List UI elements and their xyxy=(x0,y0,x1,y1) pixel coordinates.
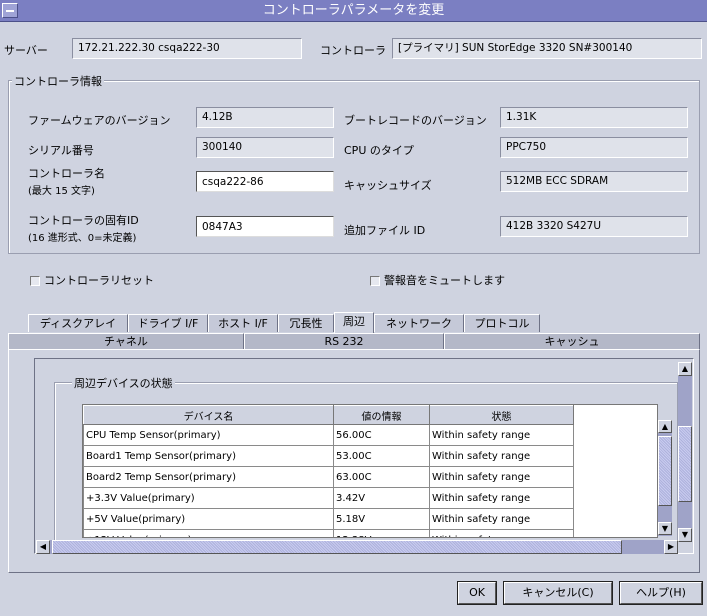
cache-label: キャッシュサイズ xyxy=(344,179,432,192)
value-cell: 3.42V xyxy=(333,487,430,509)
value-cell: 12.38V xyxy=(333,529,430,537)
column-device-name[interactable]: デバイス名 xyxy=(83,405,334,425)
unique-id-label: コントローラの固有ID xyxy=(28,214,139,227)
table-row[interactable]: +3.3V Value(primary) 3.42V Within safety r… xyxy=(83,487,574,509)
status-cell: Within safety range xyxy=(429,487,574,509)
value-cell: 56.00C xyxy=(333,424,430,446)
serial-field: 300140 xyxy=(196,137,334,158)
window-titlebar[interactable]: コントローラパラメータを変更 xyxy=(0,0,707,22)
panel-hscroll-thumb[interactable] xyxy=(52,540,622,554)
cancel-button[interactable]: キャンセル(C) xyxy=(504,582,612,604)
window-menu-icon[interactable] xyxy=(2,3,18,18)
bootrecord-label: ブートレコードのバージョン xyxy=(344,114,487,127)
value-cell: 5.18V xyxy=(333,508,430,530)
table-scroll-up-icon[interactable]: ▲ xyxy=(658,420,672,433)
device-name-cell: +3.3V Value(primary) xyxy=(83,487,334,509)
panel-scroll-up-icon[interactable]: ▲ xyxy=(678,362,692,376)
panel-scroll-down-icon[interactable]: ▼ xyxy=(678,528,692,542)
device-name-cell: +5V Value(primary) xyxy=(83,508,334,530)
firmware-label: ファームウェアのバージョン xyxy=(28,114,171,127)
controller-reset-label[interactable]: コントローラリセット xyxy=(44,272,154,288)
mute-alarm-checkbox[interactable] xyxy=(370,276,380,286)
peripheral-table: デバイス名 値の情報 状態 CPU Temp Sensor(primary) 56… xyxy=(82,404,658,538)
device-name-cell: CPU Temp Sensor(primary) xyxy=(83,424,334,446)
table-row[interactable]: +12V Value(primary)12.38VWithin safety r… xyxy=(83,529,574,537)
controller-name-label: コントローラ名 xyxy=(28,167,105,180)
controller-info-legend: コントローラ情報 xyxy=(12,73,104,89)
table-row[interactable]: Board2 Temp Sensor(primary) 63.00C Within … xyxy=(83,466,574,488)
status-cell: Within safety range xyxy=(429,529,574,537)
mute-alarm-label[interactable]: 警報音をミュートします xyxy=(384,272,505,288)
help-button[interactable]: ヘルプ(H) xyxy=(620,582,702,604)
status-cell: Within safety range xyxy=(429,424,574,446)
tab-peripheral[interactable]: 周辺 xyxy=(334,312,374,333)
window-title: コントローラパラメータを変更 xyxy=(262,3,445,18)
tab-cache[interactable]: キャッシュ xyxy=(444,333,700,349)
ok-button[interactable]: OK xyxy=(458,582,496,604)
controller-label: コントローラ xyxy=(320,44,386,57)
status-cell: Within safety range xyxy=(429,508,574,530)
table-row[interactable]: Board1 Temp Sensor(primary) 53.00C Within … xyxy=(83,445,574,467)
tab-disk-array[interactable]: ディスクアレイ xyxy=(28,314,128,332)
table-row[interactable]: CPU Temp Sensor(primary) 56.00C Within saf… xyxy=(83,424,574,446)
unique-id-hint: (16 進形式、0=未定義) xyxy=(28,233,137,244)
column-status[interactable]: 状態 xyxy=(429,405,574,425)
value-cell: 63.00C xyxy=(333,466,430,488)
panel-scroll-right-icon[interactable]: ▶ xyxy=(664,540,678,554)
firmware-field: 4.12B xyxy=(196,107,334,128)
panel-scroll-thumb[interactable] xyxy=(678,426,692,502)
tab-channel[interactable]: チャネル xyxy=(8,333,244,349)
tab-redundancy[interactable]: 冗長性 xyxy=(278,314,334,332)
peripheral-legend: 周辺デバイスの状態 xyxy=(72,375,175,391)
controller-field: [プライマリ] SUN StorEdge 3320 SN#300140 xyxy=(392,38,702,59)
extfile-field: 412B 3320 S427U xyxy=(500,216,688,237)
device-name-cell: +12V Value(primary) xyxy=(83,529,334,537)
cpu-label: CPU のタイプ xyxy=(344,144,414,157)
controller-name-hint: (最大 15 文字) xyxy=(28,186,95,197)
bootrecord-field: 1.31K xyxy=(500,107,688,128)
value-cell: 53.00C xyxy=(333,445,430,467)
tab-rs232[interactable]: RS 232 xyxy=(244,333,444,349)
serial-label: シリアル番号 xyxy=(28,144,94,157)
device-name-cell: Board1 Temp Sensor(primary) xyxy=(83,445,334,467)
unique-id-input[interactable] xyxy=(196,216,334,237)
tab-protocol[interactable]: プロトコル xyxy=(464,314,540,332)
status-cell: Within safety range xyxy=(429,466,574,488)
extfile-label: 追加ファイル ID xyxy=(344,224,426,237)
server-label: サーバー xyxy=(4,44,48,57)
column-value[interactable]: 値の情報 xyxy=(333,405,430,425)
status-cell: Within safety range xyxy=(429,445,574,467)
table-scroll-down-icon[interactable]: ▼ xyxy=(658,522,672,535)
table-row[interactable]: +5V Value(primary) 5.18V Within safety ran… xyxy=(83,508,574,530)
cpu-field: PPC750 xyxy=(500,137,688,158)
tab-network[interactable]: ネットワーク xyxy=(374,314,464,332)
server-field: 172.21.222.30 csqa222-30 xyxy=(72,38,302,59)
tab-host-if[interactable]: ホスト I/F xyxy=(208,314,278,332)
controller-name-input[interactable] xyxy=(196,171,334,192)
device-name-cell: Board2 Temp Sensor(primary) xyxy=(83,466,334,488)
cache-field: 512MB ECC SDRAM xyxy=(500,171,688,192)
controller-reset-checkbox[interactable] xyxy=(30,276,40,286)
tab-drive-if[interactable]: ドライブ I/F xyxy=(128,314,208,332)
panel-scroll-left-icon[interactable]: ◀ xyxy=(36,540,50,554)
table-scroll-thumb[interactable] xyxy=(658,436,672,506)
